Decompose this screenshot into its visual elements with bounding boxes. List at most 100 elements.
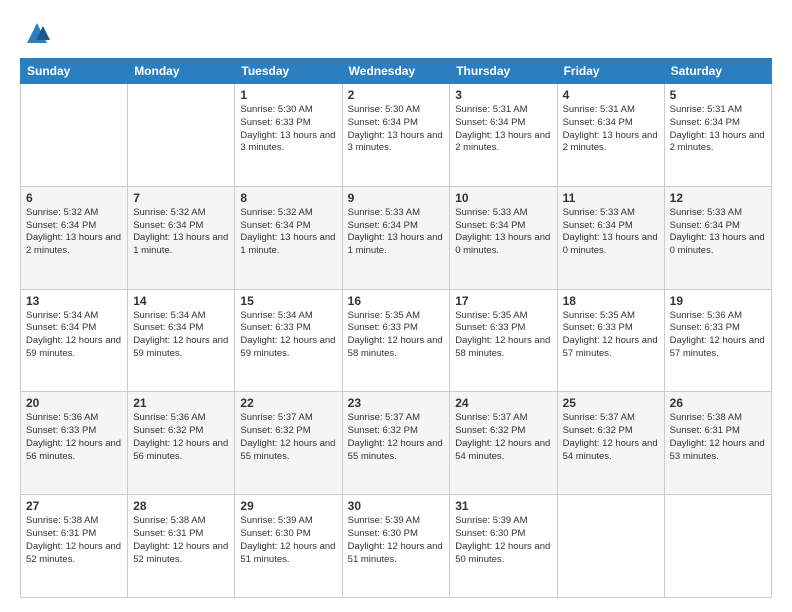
day-number: 13 xyxy=(26,294,122,308)
day-number: 29 xyxy=(240,499,336,513)
day-number: 22 xyxy=(240,396,336,410)
day-info: Sunrise: 5:33 AM Sunset: 6:34 PM Dayligh… xyxy=(670,207,766,258)
day-number: 5 xyxy=(670,88,766,102)
calendar-cell: 17 Sunrise: 5:35 AM Sunset: 6:33 PM Dayli… xyxy=(450,289,557,392)
calendar-cell: 6 Sunrise: 5:32 AM Sunset: 6:34 PM Daylig… xyxy=(21,186,128,289)
calendar-cell: 30Sunrise: 5:39 AM Sunset: 6:30 PM Dayli… xyxy=(342,495,450,598)
day-number: 12 xyxy=(670,191,766,205)
calendar: SundayMondayTuesdayWednesdayThursdayFrid… xyxy=(20,58,772,598)
logo-icon xyxy=(22,18,52,48)
day-info: Sunrise: 5:39 AM Sunset: 6:30 PM Dayligh… xyxy=(240,515,336,566)
day-info: Sunrise: 5:33 AM Sunset: 6:34 PM Dayligh… xyxy=(455,207,551,258)
calendar-cell: 22 Sunrise: 5:37 AM Sunset: 6:32 PM Dayli… xyxy=(235,392,342,495)
day-number: 31 xyxy=(455,499,551,513)
day-number: 19 xyxy=(670,294,766,308)
calendar-cell: 13Sunrise: 5:34 AM Sunset: 6:34 PM Dayli… xyxy=(21,289,128,392)
day-number: 2 xyxy=(348,88,445,102)
day-info: Sunrise: 5:32 AM Sunset: 6:34 PM Dayligh… xyxy=(240,207,336,258)
calendar-cell: 20 Sunrise: 5:36 AM Sunset: 6:33 PM Dayli… xyxy=(21,392,128,495)
day-of-week-header: Sunday xyxy=(21,59,128,84)
calendar-body: 1 Sunrise: 5:30 AM Sunset: 6:33 PM Daylig… xyxy=(21,84,772,598)
day-info: Sunrise: 5:37 AM Sunset: 6:32 PM Dayligh… xyxy=(563,412,659,463)
day-number: 8 xyxy=(240,191,336,205)
day-of-week-header: Friday xyxy=(557,59,664,84)
day-info: Sunrise: 5:36 AM Sunset: 6:32 PM Dayligh… xyxy=(133,412,229,463)
day-info: Sunrise: 5:38 AM Sunset: 6:31 PM Dayligh… xyxy=(670,412,766,463)
calendar-week: 27 Sunrise: 5:38 AM Sunset: 6:31 PM Dayli… xyxy=(21,495,772,598)
day-number: 14 xyxy=(133,294,229,308)
day-info: Sunrise: 5:31 AM Sunset: 6:34 PM Dayligh… xyxy=(455,104,551,155)
day-info: Sunrise: 5:31 AM Sunset: 6:34 PM Dayligh… xyxy=(563,104,659,155)
calendar-week: 1 Sunrise: 5:30 AM Sunset: 6:33 PM Daylig… xyxy=(21,84,772,187)
day-info: Sunrise: 5:31 AM Sunset: 6:34 PM Dayligh… xyxy=(670,104,766,155)
day-info: Sunrise: 5:35 AM Sunset: 6:33 PM Dayligh… xyxy=(348,310,445,361)
calendar-cell: 18 Sunrise: 5:35 AM Sunset: 6:33 PM Dayli… xyxy=(557,289,664,392)
calendar-cell: 27 Sunrise: 5:38 AM Sunset: 6:31 PM Dayli… xyxy=(21,495,128,598)
logo xyxy=(20,18,52,48)
calendar-cell: 15 Sunrise: 5:34 AM Sunset: 6:33 PM Dayli… xyxy=(235,289,342,392)
day-of-week-header: Thursday xyxy=(450,59,557,84)
day-info: Sunrise: 5:30 AM Sunset: 6:33 PM Dayligh… xyxy=(240,104,336,155)
day-number: 7 xyxy=(133,191,229,205)
day-number: 1 xyxy=(240,88,336,102)
day-number: 21 xyxy=(133,396,229,410)
day-of-week-header: Monday xyxy=(128,59,235,84)
calendar-cell xyxy=(128,84,235,187)
day-info: Sunrise: 5:37 AM Sunset: 6:32 PM Dayligh… xyxy=(455,412,551,463)
day-info: Sunrise: 5:33 AM Sunset: 6:34 PM Dayligh… xyxy=(348,207,445,258)
day-number: 6 xyxy=(26,191,122,205)
calendar-cell: 31 Sunrise: 5:39 AM Sunset: 6:30 PM Dayli… xyxy=(450,495,557,598)
day-number: 24 xyxy=(455,396,551,410)
calendar-week: 20 Sunrise: 5:36 AM Sunset: 6:33 PM Dayli… xyxy=(21,392,772,495)
day-info: Sunrise: 5:37 AM Sunset: 6:32 PM Dayligh… xyxy=(240,412,336,463)
day-info: Sunrise: 5:32 AM Sunset: 6:34 PM Dayligh… xyxy=(26,207,122,258)
calendar-cell: 24 Sunrise: 5:37 AM Sunset: 6:32 PM Dayli… xyxy=(450,392,557,495)
day-info: Sunrise: 5:30 AM Sunset: 6:34 PM Dayligh… xyxy=(348,104,445,155)
calendar-cell: 25 Sunrise: 5:37 AM Sunset: 6:32 PM Dayli… xyxy=(557,392,664,495)
day-info: Sunrise: 5:36 AM Sunset: 6:33 PM Dayligh… xyxy=(26,412,122,463)
calendar-cell: 12 Sunrise: 5:33 AM Sunset: 6:34 PM Dayli… xyxy=(664,186,771,289)
day-number: 4 xyxy=(563,88,659,102)
day-info: Sunrise: 5:36 AM Sunset: 6:33 PM Dayligh… xyxy=(670,310,766,361)
day-info: Sunrise: 5:39 AM Sunset: 6:30 PM Dayligh… xyxy=(348,515,445,566)
day-info: Sunrise: 5:33 AM Sunset: 6:34 PM Dayligh… xyxy=(563,207,659,258)
day-number: 27 xyxy=(26,499,122,513)
calendar-cell: 26 Sunrise: 5:38 AM Sunset: 6:31 PM Dayli… xyxy=(664,392,771,495)
days-of-week-row: SundayMondayTuesdayWednesdayThursdayFrid… xyxy=(21,59,772,84)
calendar-week: 13 Sunrise: 5:34 AM Sunset: 6:34 PM Dayli… xyxy=(21,289,772,392)
day-number: 18 xyxy=(563,294,659,308)
page: SundayMondayTuesdayWednesdayThursdayFrid… xyxy=(0,0,792,612)
calendar-cell: 21 Sunrise: 5:36 AM Sunset: 6:32 PM Dayli… xyxy=(128,392,235,495)
day-number: 26 xyxy=(670,396,766,410)
calendar-cell xyxy=(557,495,664,598)
day-number: 25 xyxy=(563,396,659,410)
day-of-week-header: Saturday xyxy=(664,59,771,84)
calendar-cell: 1 Sunrise: 5:30 AM Sunset: 6:33 PM Daylig… xyxy=(235,84,342,187)
day-of-week-header: Wednesday xyxy=(342,59,450,84)
calendar-cell: 3Sunrise: 5:31 AM Sunset: 6:34 PM Daylig… xyxy=(450,84,557,187)
calendar-cell: 23 Sunrise: 5:37 AM Sunset: 6:32 PM Dayli… xyxy=(342,392,450,495)
header xyxy=(20,18,772,48)
day-info: Sunrise: 5:34 AM Sunset: 6:33 PM Dayligh… xyxy=(240,310,336,361)
day-info: Sunrise: 5:39 AM Sunset: 6:30 PM Dayligh… xyxy=(455,515,551,566)
day-number: 23 xyxy=(348,396,445,410)
calendar-cell xyxy=(21,84,128,187)
day-number: 15 xyxy=(240,294,336,308)
day-number: 20 xyxy=(26,396,122,410)
calendar-week: 6 Sunrise: 5:32 AM Sunset: 6:34 PM Daylig… xyxy=(21,186,772,289)
day-number: 10 xyxy=(455,191,551,205)
day-number: 11 xyxy=(563,191,659,205)
day-info: Sunrise: 5:38 AM Sunset: 6:31 PM Dayligh… xyxy=(26,515,122,566)
day-info: Sunrise: 5:34 AM Sunset: 6:34 PM Dayligh… xyxy=(133,310,229,361)
calendar-cell: 5 Sunrise: 5:31 AM Sunset: 6:34 PM Daylig… xyxy=(664,84,771,187)
day-number: 9 xyxy=(348,191,445,205)
calendar-cell: 4 Sunrise: 5:31 AM Sunset: 6:34 PM Daylig… xyxy=(557,84,664,187)
day-info: Sunrise: 5:37 AM Sunset: 6:32 PM Dayligh… xyxy=(348,412,445,463)
calendar-cell: 29 Sunrise: 5:39 AM Sunset: 6:30 PM Dayli… xyxy=(235,495,342,598)
day-number: 17 xyxy=(455,294,551,308)
calendar-cell: 8 Sunrise: 5:32 AM Sunset: 6:34 PM Daylig… xyxy=(235,186,342,289)
day-number: 28 xyxy=(133,499,229,513)
day-info: Sunrise: 5:35 AM Sunset: 6:33 PM Dayligh… xyxy=(563,310,659,361)
day-info: Sunrise: 5:35 AM Sunset: 6:33 PM Dayligh… xyxy=(455,310,551,361)
calendar-header: SundayMondayTuesdayWednesdayThursdayFrid… xyxy=(21,59,772,84)
